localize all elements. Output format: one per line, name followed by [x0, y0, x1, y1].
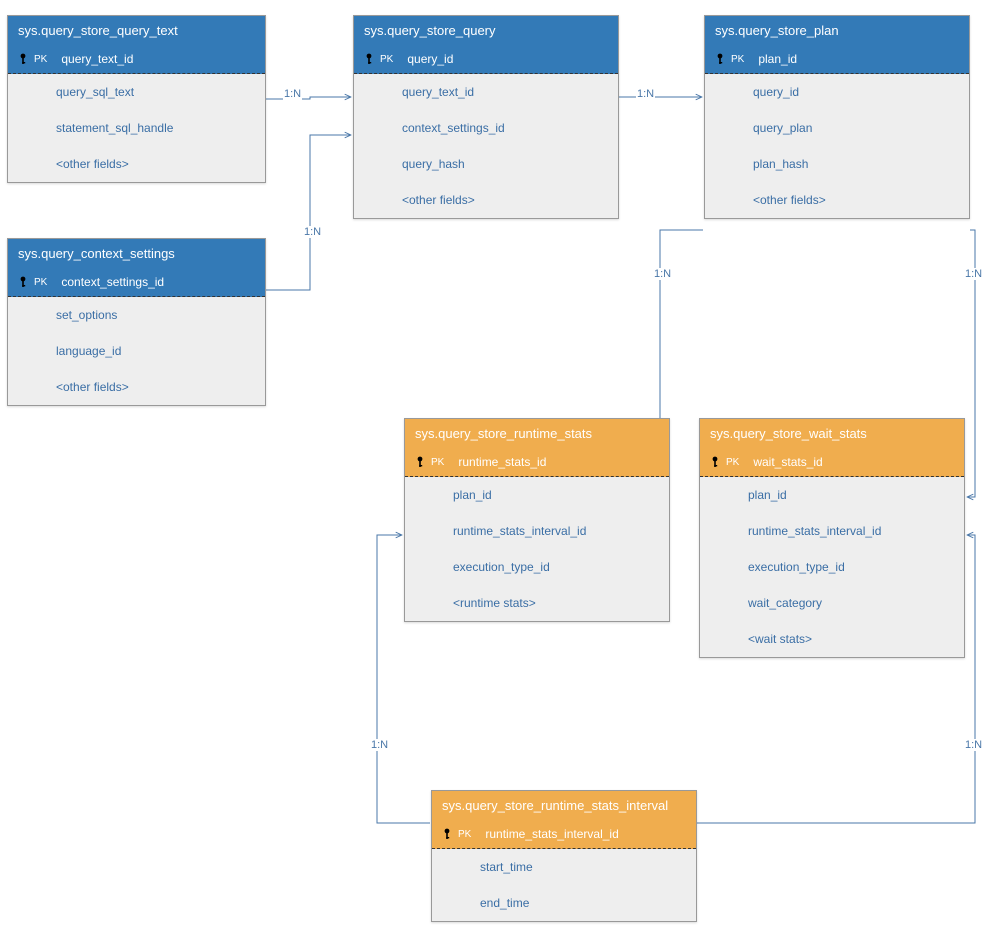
pk-row: PK query_id [354, 45, 618, 74]
rel-label-query-plan: 1:N [636, 88, 655, 100]
pk-label: PK [458, 829, 471, 840]
pk-label: PK [34, 54, 47, 65]
key-icon [18, 52, 32, 66]
field: <other fields> [354, 182, 618, 218]
pk-field: query_id [407, 52, 453, 66]
field: query_plan [705, 110, 969, 146]
field: <other fields> [705, 182, 969, 218]
field: runtime_stats_interval_id [700, 513, 964, 549]
field: <runtime stats> [405, 585, 669, 621]
entity-title: sys.query_store_wait_stats [700, 419, 964, 448]
pk-row: PK runtime_stats_id [405, 448, 669, 477]
field: wait_category [700, 585, 964, 621]
pk-label: PK [431, 457, 444, 468]
field: context_settings_id [354, 110, 618, 146]
field: plan_id [405, 477, 669, 513]
field: execution_type_id [405, 549, 669, 585]
entity-query-store-runtime-stats-interval: sys.query_store_runtime_stats_interval P… [431, 790, 697, 922]
entity-query-store-plan: sys.query_store_plan PK plan_id query_id… [704, 15, 970, 219]
pk-label: PK [380, 54, 393, 65]
entity-title: sys.query_store_query_text [8, 16, 265, 45]
field: statement_sql_handle [8, 110, 265, 146]
field: language_id [8, 333, 265, 369]
rel-label-interval-wait: 1:N [964, 739, 983, 751]
rel-label-querytext-query: 1:N [283, 88, 302, 100]
entity-query-context-settings: sys.query_context_settings PK context_se… [7, 238, 266, 406]
field: plan_id [700, 477, 964, 513]
pk-row: PK context_settings_id [8, 268, 265, 297]
entity-title: sys.query_store_runtime_stats [405, 419, 669, 448]
entity-query-store-query: sys.query_store_query PK query_id query_… [353, 15, 619, 219]
pk-field: plan_id [758, 52, 797, 66]
rel-label-plan-runtime: 1:N [653, 268, 672, 280]
pk-field: context_settings_id [61, 275, 164, 289]
pk-row: PK plan_id [705, 45, 969, 74]
pk-field: runtime_stats_interval_id [485, 827, 618, 841]
field: execution_type_id [700, 549, 964, 585]
pk-label: PK [34, 277, 47, 288]
field: <other fields> [8, 146, 265, 182]
field: query_id [705, 74, 969, 110]
pk-field: runtime_stats_id [458, 455, 546, 469]
field: runtime_stats_interval_id [405, 513, 669, 549]
entity-title: sys.query_store_query [354, 16, 618, 45]
rel-label-interval-runtime: 1:N [370, 739, 389, 751]
pk-row: PK wait_stats_id [700, 448, 964, 477]
key-icon [442, 827, 456, 841]
rel-label-context-query: 1:N [303, 226, 322, 238]
field: query_hash [354, 146, 618, 182]
entity-title: sys.query_store_plan [705, 16, 969, 45]
key-icon [415, 455, 429, 469]
pk-label: PK [726, 457, 739, 468]
entity-query-store-wait-stats: sys.query_store_wait_stats PK wait_stats… [699, 418, 965, 658]
pk-label: PK [731, 54, 744, 65]
pk-row: PK runtime_stats_interval_id [432, 820, 696, 849]
rel-label-plan-wait: 1:N [964, 268, 983, 280]
field: <wait stats> [700, 621, 964, 657]
key-icon [18, 275, 32, 289]
field: start_time [432, 849, 696, 885]
entity-title: sys.query_context_settings [8, 239, 265, 268]
key-icon [364, 52, 378, 66]
entity-title: sys.query_store_runtime_stats_interval [432, 791, 696, 820]
entity-query-store-runtime-stats: sys.query_store_runtime_stats PK runtime… [404, 418, 670, 622]
pk-field: wait_stats_id [753, 455, 822, 469]
pk-field: query_text_id [61, 52, 133, 66]
pk-row: PK query_text_id [8, 45, 265, 74]
field: set_options [8, 297, 265, 333]
field: end_time [432, 885, 696, 921]
field: plan_hash [705, 146, 969, 182]
key-icon [715, 52, 729, 66]
field: <other fields> [8, 369, 265, 405]
field: query_text_id [354, 74, 618, 110]
field: query_sql_text [8, 74, 265, 110]
key-icon [710, 455, 724, 469]
entity-query-store-query-text: sys.query_store_query_text PK query_text… [7, 15, 266, 183]
